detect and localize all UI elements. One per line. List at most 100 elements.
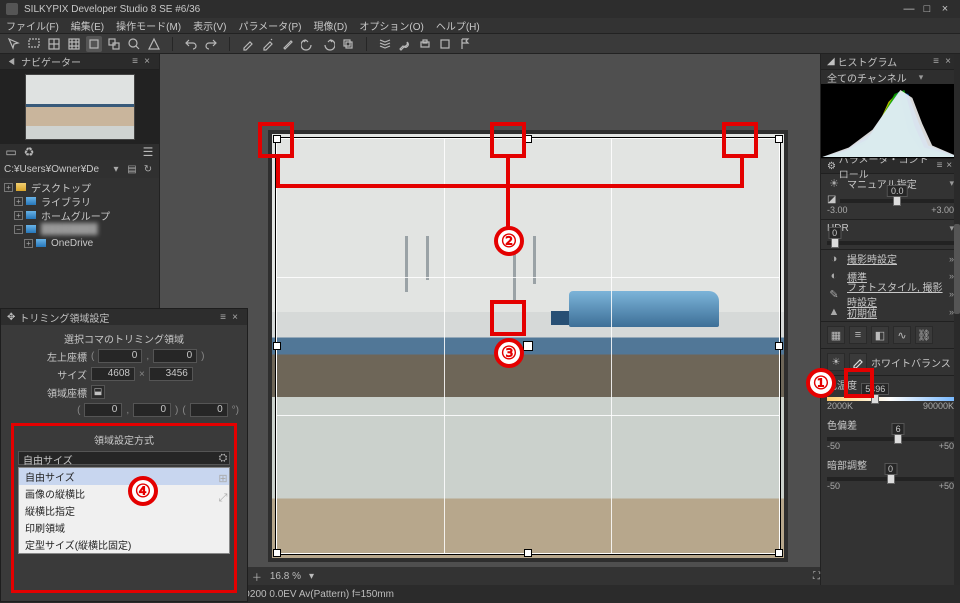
pin-icon	[6, 56, 17, 67]
tool-levels-icon[interactable]: ◧	[871, 326, 889, 344]
wb-picker-icon[interactable]	[849, 353, 867, 371]
menu-mode[interactable]: 操作モード(M)	[116, 18, 181, 33]
tool-grid2-icon[interactable]	[66, 36, 82, 52]
tool-square-icon[interactable]	[86, 36, 102, 52]
window-minimize-button[interactable]: —	[900, 2, 918, 16]
nav-menu-icon[interactable]: ☰	[141, 145, 155, 159]
trim-r3-input[interactable]: 0	[190, 403, 228, 417]
wand-icon: ✎	[827, 288, 841, 301]
trimming-panel[interactable]: ✥ トリミング領域設定 ≡ × 選択コマのトリミング領域 左上座標 (0 , 0…	[0, 308, 248, 602]
zoom-dropdown-icon[interactable]: ▾	[309, 571, 314, 582]
tool-curve-icon[interactable]: ∿	[893, 326, 911, 344]
tool-rect-sel-icon[interactable]	[26, 36, 42, 52]
right-scrollbar[interactable]	[954, 54, 960, 585]
trim-tl-y-input[interactable]: 0	[153, 349, 197, 363]
opt-free-size[interactable]: 自由サイズ	[19, 468, 229, 485]
navigator-thumb[interactable]	[0, 70, 159, 144]
main-image[interactable]	[272, 134, 784, 558]
menu-param[interactable]: パラメータ(P)	[238, 18, 301, 33]
fullscreen-icon[interactable]: ⛶	[813, 571, 820, 582]
tool-magnify-icon[interactable]	[126, 36, 142, 52]
tool-crop-icon[interactable]: ▦	[827, 326, 845, 344]
panel-menu-icon[interactable]: ≡	[217, 312, 229, 323]
tool-warn-icon[interactable]	[146, 36, 162, 52]
opt-aspect-spec[interactable]: 縦横比指定	[19, 502, 229, 519]
menu-view[interactable]: 表示(V)	[193, 18, 226, 33]
folder-open-icon[interactable]: ▤	[125, 164, 139, 175]
wb-mode-icon[interactable]: ☀	[827, 353, 845, 371]
layer-icon[interactable]	[437, 36, 453, 52]
menu-edit[interactable]: 編集(E)	[71, 18, 104, 33]
redo-icon[interactable]	[203, 36, 219, 52]
expand-icon[interactable]: ⤢	[216, 492, 230, 506]
panel-close-icon[interactable]: ×	[229, 312, 241, 323]
copy-icon[interactable]	[340, 36, 356, 52]
param-control-header[interactable]: ⚙ パラメータ・コントロール ≡×	[821, 158, 960, 174]
eyedropper-icon[interactable]	[240, 36, 256, 52]
eyedropper2-icon[interactable]	[260, 36, 276, 52]
folder-tree[interactable]: +デスクトップ +ライブラリ +ホームグループ −████████ +OneDr…	[0, 178, 159, 250]
trim-w-input[interactable]: 4608	[91, 367, 135, 381]
region-method-combo[interactable]: 自由サイズ	[18, 451, 230, 465]
flag-icon[interactable]	[457, 36, 473, 52]
folder-path-bar: C:¥Users¥Owner¥De ▾ ▤ ↻	[0, 160, 159, 178]
stack-icon[interactable]	[377, 36, 393, 52]
dark-adj-slider[interactable]: 0 -50+50	[821, 473, 960, 495]
window-close-button[interactable]: ×	[936, 2, 954, 16]
center-icon[interactable]: ⊞	[216, 472, 230, 486]
nav-tool2-icon[interactable]: ♻	[22, 145, 36, 159]
histogram-title: ヒストグラム	[837, 54, 897, 69]
tree-library[interactable]: ライブラリ	[41, 194, 91, 209]
panel-menu-icon[interactable]: ≡	[129, 56, 141, 68]
histogram-channel[interactable]: 全てのチャンネル	[827, 70, 907, 85]
zoom-in-icon[interactable]: ＋	[252, 569, 262, 584]
tool-level-icon[interactable]: ≡	[849, 326, 867, 344]
menu-file[interactable]: ファイル(F)	[6, 18, 59, 33]
exposure-slider[interactable]: ◪ 0.0 -3.00+3.00	[821, 192, 960, 219]
histogram-header[interactable]: ◢ ヒストグラム ≡×	[821, 54, 960, 70]
window-maximize-button[interactable]: □	[918, 2, 936, 16]
tool-arrow-icon[interactable]	[6, 36, 22, 52]
region-method-dropdown[interactable]: 自由サイズ 画像の縦横比 縦横比指定 印刷領域 定型サイズ(縦横比固定)	[18, 467, 230, 554]
trim-h-input[interactable]: 3456	[149, 367, 193, 381]
folder-dropdown-icon[interactable]: ▾	[109, 164, 123, 175]
wrench-icon[interactable]	[397, 36, 413, 52]
tool-grid-icon[interactable]	[46, 36, 62, 52]
tree-desktop[interactable]: デスクトップ	[31, 180, 91, 195]
histogram-graph	[821, 84, 960, 158]
tool-link-icon[interactable]: ⛓	[915, 326, 933, 344]
trim-region-toggle[interactable]: ⬓	[91, 385, 105, 399]
print-icon[interactable]	[417, 36, 433, 52]
color-temp-slider[interactable]: 5496 2000K90000K	[821, 393, 960, 415]
ship-graphic	[569, 291, 719, 327]
tree-onedrive[interactable]: OneDrive	[51, 238, 93, 249]
navigator-header[interactable]: ナビゲーター ≡ ×	[0, 54, 159, 70]
folder-path-text: C:¥Users¥Owner¥De	[4, 164, 107, 175]
trim-r1-input[interactable]: 0	[84, 403, 122, 417]
trim-region-label: 領域座標	[9, 385, 87, 400]
trim-tl-x-input[interactable]: 0	[98, 349, 142, 363]
panel-close-icon[interactable]: ×	[141, 56, 153, 68]
undo-icon[interactable]	[183, 36, 199, 52]
opt-image-aspect[interactable]: 画像の縦横比	[19, 485, 229, 502]
person-icon[interactable]: ⛭	[216, 452, 230, 466]
menu-help[interactable]: ヘルプ(H)	[436, 18, 480, 33]
menu-develop[interactable]: 現像(D)	[314, 18, 348, 33]
nav-tool1-icon[interactable]: ▭	[4, 145, 18, 159]
image-canvas[interactable]	[160, 54, 820, 585]
pen-icon[interactable]	[280, 36, 296, 52]
init-link[interactable]: 初期値	[847, 305, 943, 320]
folder-refresh-icon[interactable]: ↻	[141, 164, 155, 175]
rotate-left-icon[interactable]	[300, 36, 316, 52]
tint-slider[interactable]: 6 -50+50	[821, 433, 960, 455]
tree-user-blurred[interactable]: ████████	[41, 224, 98, 235]
hdr-slider[interactable]: 0	[821, 237, 960, 249]
rotate-right-icon[interactable]	[320, 36, 336, 52]
opt-fixed-size[interactable]: 定型サイズ(縦横比固定)	[19, 536, 229, 553]
menu-option[interactable]: オプション(O)	[359, 18, 423, 33]
tree-homegroup[interactable]: ホームグループ	[41, 208, 110, 223]
tool-two-square-icon[interactable]	[106, 36, 122, 52]
opt-print-area[interactable]: 印刷領域	[19, 519, 229, 536]
shoot-settings-link[interactable]: 撮影時設定	[847, 251, 943, 266]
trim-r2-input[interactable]: 0	[133, 403, 171, 417]
